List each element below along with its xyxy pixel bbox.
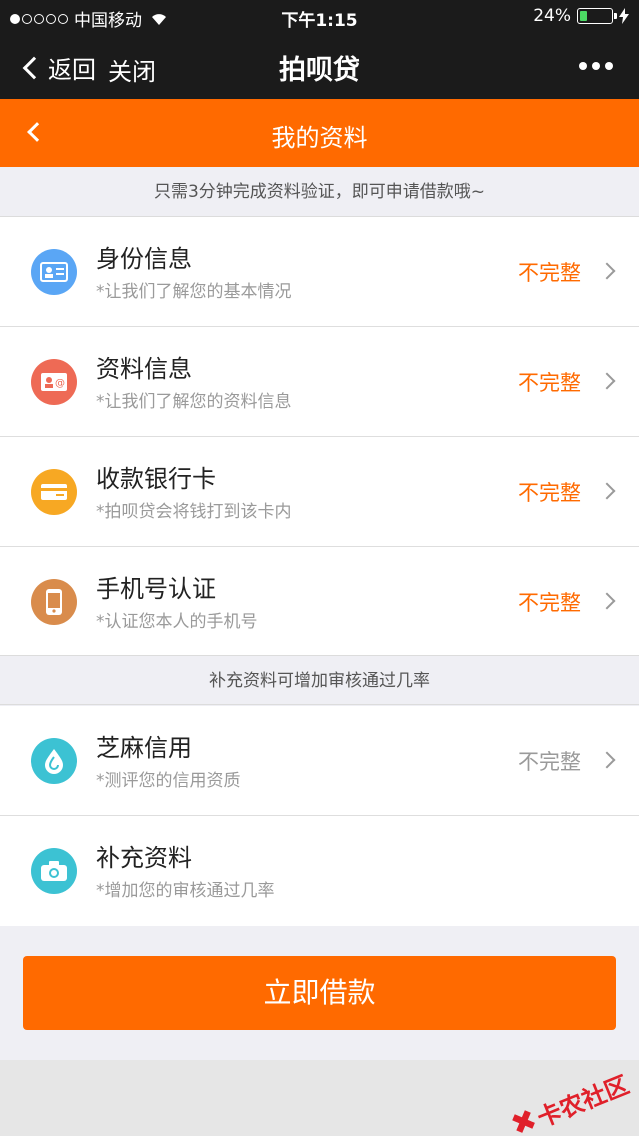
item-title: 芝麻信用 xyxy=(96,734,192,762)
item-title: 身份信息 xyxy=(96,245,192,273)
chevron-right-icon xyxy=(598,482,616,500)
item-subtitle: *拍呗贷会将钱打到该卡内 xyxy=(96,502,292,522)
page-title: 我的资料 xyxy=(271,124,368,152)
chevron-right-icon xyxy=(598,751,616,769)
list-item-sesame-credit[interactable]: 芝麻信用 *测评您的信用资质 不完整 xyxy=(0,706,639,816)
borrow-now-button[interactable]: 立即借款 xyxy=(23,956,616,1030)
item-subtitle: *测评您的信用资质 xyxy=(96,771,241,791)
item-subtitle: *增加您的审核通过几率 xyxy=(96,881,275,901)
battery-area: 24% xyxy=(533,6,629,26)
supplement-info-list: 芝麻信用 *测评您的信用资质 不完整 补充资料 *增加您的审核通过几率 xyxy=(0,706,639,926)
info-banner: 只需3分钟完成资料验证，即可申请借款哦~ xyxy=(0,167,639,217)
battery-icon xyxy=(577,8,617,24)
chevron-right-icon xyxy=(598,262,616,280)
item-title: 资料信息 xyxy=(96,355,192,383)
status-badge: 不完整 xyxy=(518,481,581,505)
bank-card-icon xyxy=(31,469,77,515)
required-info-list: 身份信息 *让我们了解您的基本情况 不完整 @ 资料信息 *让我们了解您的资料信… xyxy=(0,217,639,657)
nav-title: 拍呗贷 xyxy=(279,55,360,86)
page-header: 我的资料 xyxy=(0,99,639,167)
camera-icon xyxy=(31,848,77,894)
list-item-bank-card[interactable]: 收款银行卡 *拍呗贷会将钱打到该卡内 不完整 xyxy=(0,437,639,547)
more-icon[interactable] xyxy=(579,62,613,70)
status-bar: 中国移动 下午1:15 24% xyxy=(0,0,639,32)
chevron-right-icon xyxy=(598,592,616,610)
nav-bar: 返回 关闭 拍呗贷 xyxy=(0,32,639,99)
svg-text:@: @ xyxy=(55,378,65,389)
charging-icon xyxy=(619,8,629,24)
phone-icon xyxy=(31,579,77,625)
supplement-banner: 补充资料可增加审核通过几率 xyxy=(0,655,639,705)
status-badge: 不完整 xyxy=(518,750,581,774)
status-badge: 不完整 xyxy=(518,371,581,395)
list-item-phone[interactable]: 手机号认证 *认证您本人的手机号 不完整 xyxy=(0,547,639,657)
item-title: 补充资料 xyxy=(96,844,192,872)
list-item-profile[interactable]: @ 资料信息 *让我们了解您的资料信息 不完整 xyxy=(0,327,639,437)
id-card-icon xyxy=(31,249,77,295)
chevron-right-icon xyxy=(598,372,616,390)
item-title: 手机号认证 xyxy=(96,575,216,603)
list-item-identity[interactable]: 身份信息 *让我们了解您的基本情况 不完整 xyxy=(0,217,639,327)
status-badge: 不完整 xyxy=(518,261,581,285)
item-subtitle: *认证您本人的手机号 xyxy=(96,612,258,632)
sesame-credit-icon xyxy=(31,738,77,784)
item-title: 收款银行卡 xyxy=(96,465,216,493)
battery-percent: 24% xyxy=(533,6,571,26)
item-subtitle: *让我们了解您的基本情况 xyxy=(96,282,292,302)
contact-card-icon: @ xyxy=(31,359,77,405)
list-item-supplement[interactable]: 补充资料 *增加您的审核通过几率 xyxy=(0,816,639,926)
status-badge: 不完整 xyxy=(518,591,581,615)
item-subtitle: *让我们了解您的资料信息 xyxy=(96,392,292,412)
